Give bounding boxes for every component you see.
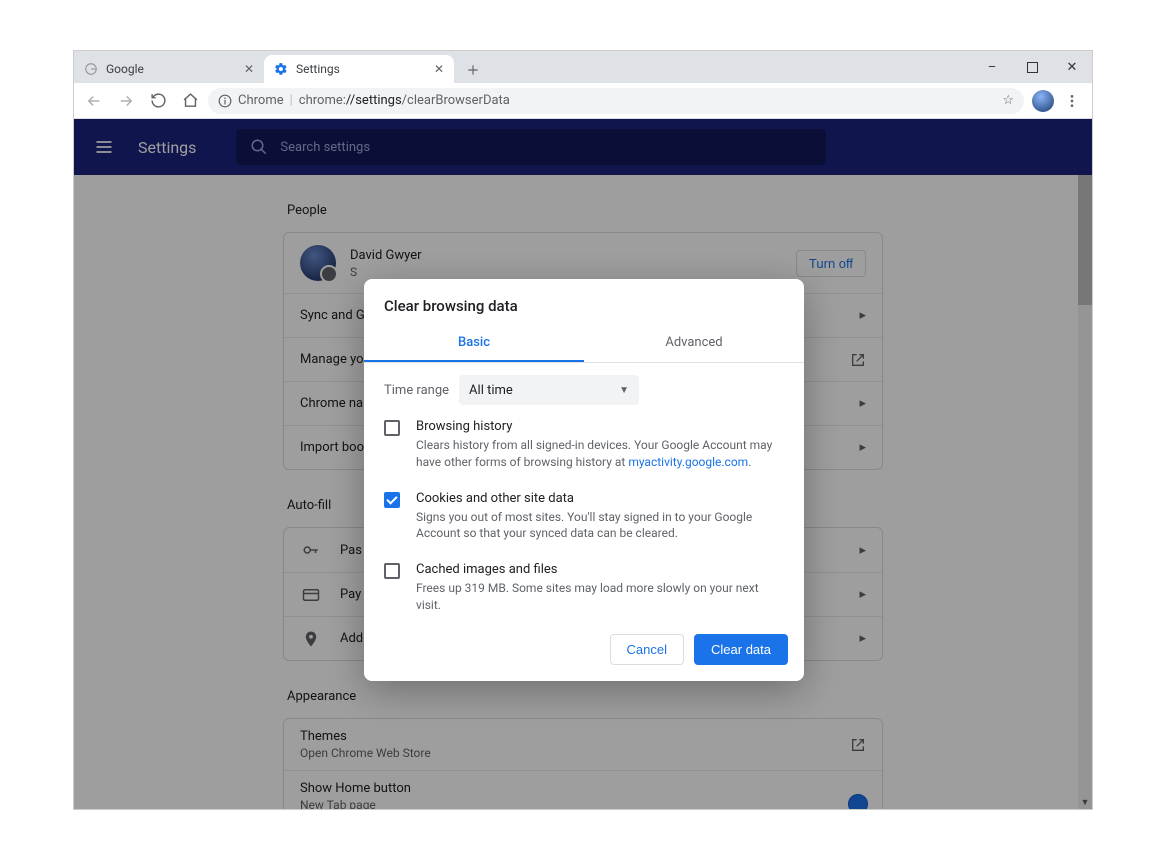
tab-settings[interactable]: Settings ✕ [264, 55, 454, 83]
google-favicon [84, 62, 98, 76]
clear-data-button[interactable]: Clear data [694, 634, 788, 665]
clear-browsing-data-dialog: Clear browsing data Basic Advanced Time … [364, 279, 804, 681]
option-browsing-history[interactable]: Browsing history Clears history from all… [364, 409, 804, 481]
checkbox[interactable] [384, 563, 400, 579]
close-tab-icon[interactable]: ✕ [244, 62, 254, 76]
cancel-button[interactable]: Cancel [610, 634, 684, 665]
close-tab-icon[interactable]: ✕ [434, 62, 444, 76]
bookmark-star-icon[interactable]: ☆ [1002, 93, 1014, 108]
tab-advanced[interactable]: Advanced [584, 325, 804, 362]
window-maximize-button[interactable] [1012, 51, 1052, 83]
address-bar[interactable]: Chrome | chrome://settings/clearBrowserD… [208, 88, 1024, 114]
tab-label: Settings [296, 62, 340, 76]
window-minimize-button[interactable]: – [972, 51, 1012, 83]
settings-favicon [274, 62, 288, 76]
browser-toolbar: Chrome | chrome://settings/clearBrowserD… [74, 83, 1092, 119]
forward-button[interactable] [112, 87, 140, 115]
option-cookies[interactable]: Cookies and other site data Signs you ou… [364, 481, 804, 553]
new-tab-button[interactable] [460, 57, 486, 83]
time-range-select[interactable]: All time ▼ [459, 375, 639, 405]
url-chip: Chrome [238, 93, 284, 108]
window-close-button[interactable]: ✕ [1052, 51, 1092, 83]
checkbox[interactable] [384, 492, 400, 508]
window-tabstrip: Google ✕ Settings ✕ – ✕ [74, 51, 1092, 83]
profile-avatar[interactable] [1032, 90, 1054, 112]
site-info-icon[interactable] [218, 94, 232, 108]
chevron-down-icon: ▼ [619, 385, 629, 396]
tab-label: Google [106, 62, 144, 76]
tab-google[interactable]: Google ✕ [74, 55, 264, 83]
tab-basic[interactable]: Basic [364, 325, 584, 362]
reload-button[interactable] [144, 87, 172, 115]
option-cached-files[interactable]: Cached images and files Frees up 319 MB.… [364, 552, 804, 624]
time-range-label: Time range [384, 383, 449, 398]
menu-button[interactable] [1058, 87, 1086, 115]
dialog-title: Clear browsing data [364, 279, 804, 325]
myactivity-link[interactable]: myactivity.google.com [628, 455, 748, 469]
home-button[interactable] [176, 87, 204, 115]
url-text: chrome://settings/clearBrowserData [299, 93, 510, 108]
checkbox[interactable] [384, 420, 400, 436]
back-button[interactable] [80, 87, 108, 115]
